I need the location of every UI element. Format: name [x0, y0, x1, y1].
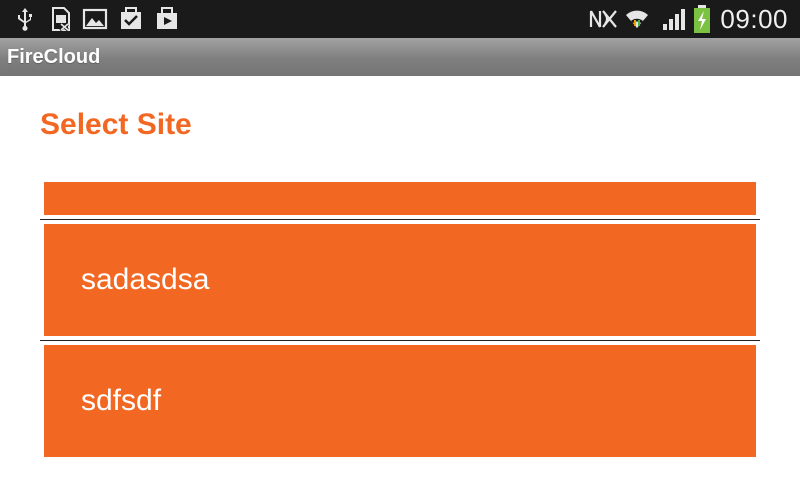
status-time: 09:00 [720, 4, 788, 34]
list-divider [40, 340, 760, 341]
signal-icon [661, 6, 687, 32]
site-label: sadasdsa [81, 263, 210, 296]
wifi-icon [624, 6, 650, 32]
list-item-site[interactable]: sdfsdf [44, 345, 756, 457]
sim-icon [48, 6, 74, 32]
usb-icon [12, 6, 38, 32]
status-bar: 09:00 [0, 0, 800, 38]
page-title: Select Site [40, 108, 192, 141]
task-check-icon [118, 6, 144, 32]
gallery-icon [82, 6, 108, 32]
list-item-site[interactable] [44, 182, 756, 215]
title-bar: FireCloud [0, 38, 800, 76]
list-divider [40, 219, 760, 220]
media-bag-icon [154, 6, 180, 32]
battery-charging-icon [692, 5, 712, 33]
site-label: sdfsdf [81, 384, 162, 417]
app-title: FireCloud [7, 46, 101, 68]
list-item-site[interactable]: sadasdsa [44, 224, 756, 336]
nfc-muted-icon [588, 6, 618, 32]
